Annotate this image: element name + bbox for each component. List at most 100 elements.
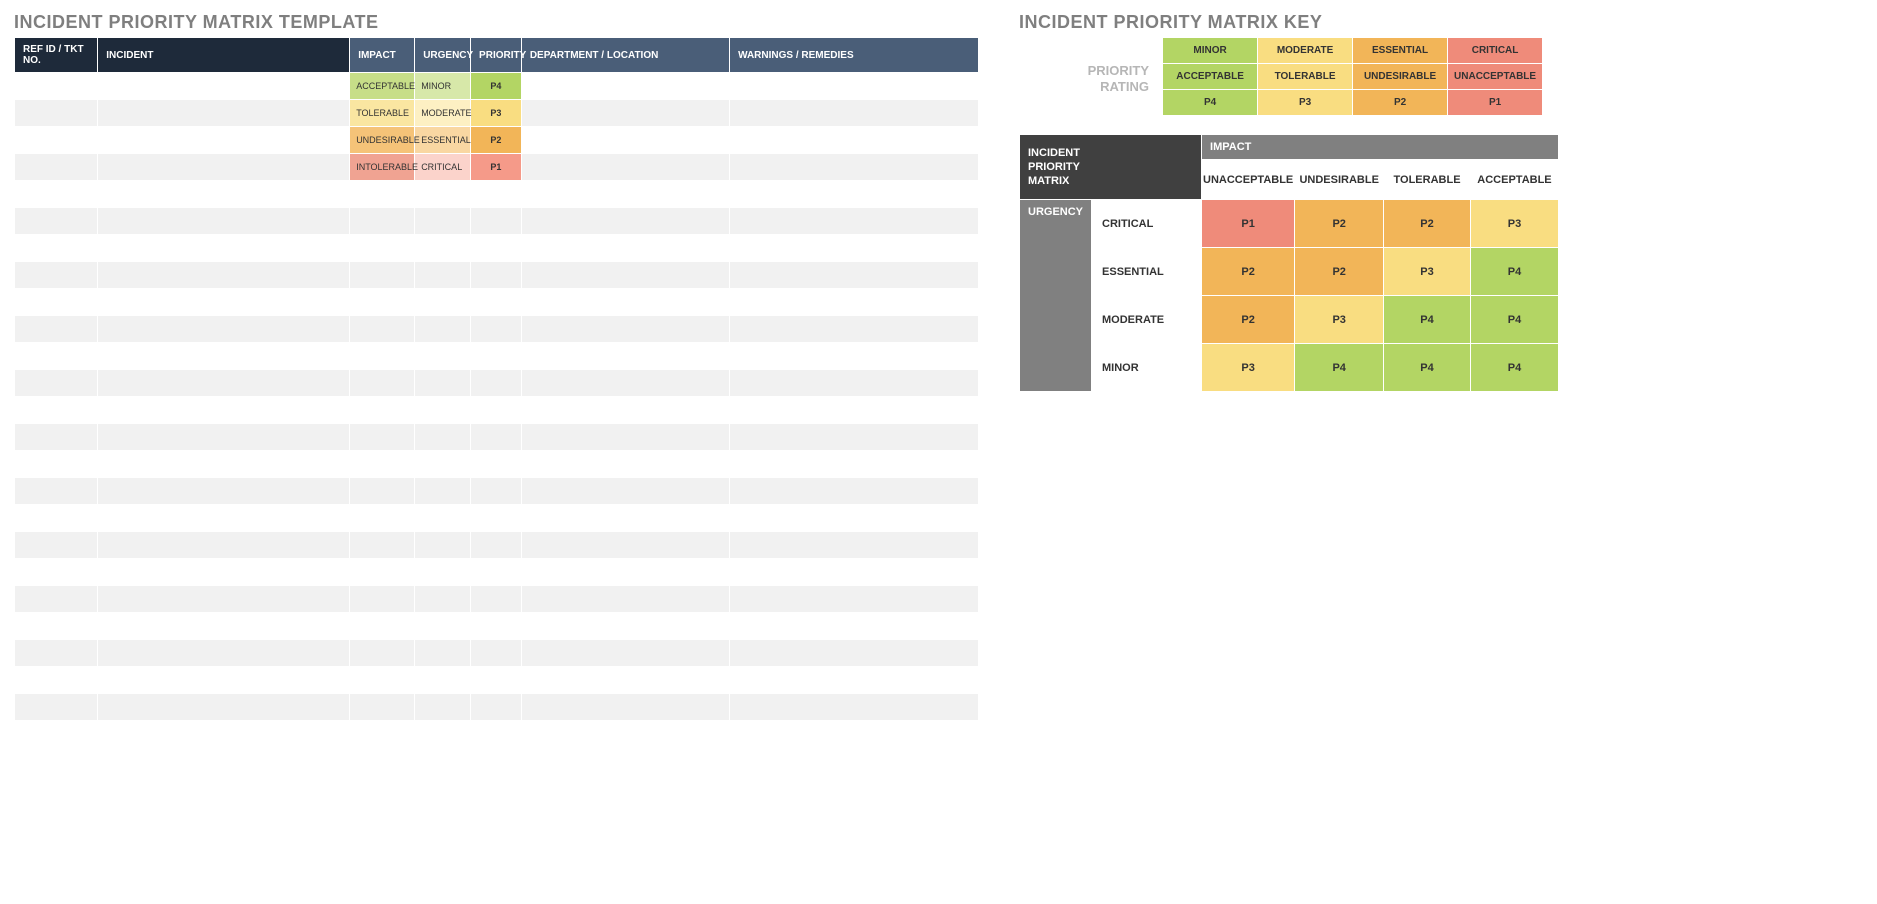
cell-priority[interactable] xyxy=(471,451,522,478)
cell-urgency[interactable] xyxy=(415,235,471,262)
cell-impact[interactable] xyxy=(350,694,415,721)
cell-department[interactable] xyxy=(521,586,729,613)
cell-ref[interactable] xyxy=(15,694,98,721)
cell-impact[interactable]: ACCEPTABLE xyxy=(350,73,415,100)
cell-impact[interactable] xyxy=(350,370,415,397)
cell-department[interactable] xyxy=(521,316,729,343)
cell-department[interactable] xyxy=(521,667,729,694)
cell-urgency[interactable] xyxy=(415,424,471,451)
cell-incident[interactable] xyxy=(98,73,350,100)
cell-urgency[interactable]: MINOR xyxy=(415,73,471,100)
cell-warnings[interactable] xyxy=(730,235,979,262)
cell-ref[interactable] xyxy=(15,613,98,640)
cell-department[interactable] xyxy=(521,478,729,505)
cell-department[interactable] xyxy=(521,154,729,181)
cell-urgency[interactable] xyxy=(415,451,471,478)
cell-warnings[interactable] xyxy=(730,370,979,397)
cell-warnings[interactable] xyxy=(730,613,979,640)
cell-impact[interactable] xyxy=(350,262,415,289)
cell-department[interactable] xyxy=(521,73,729,100)
cell-warnings[interactable] xyxy=(730,640,979,667)
cell-priority[interactable]: P1 xyxy=(471,154,522,181)
cell-urgency[interactable] xyxy=(415,694,471,721)
cell-impact[interactable] xyxy=(350,505,415,532)
cell-priority[interactable] xyxy=(471,586,522,613)
cell-urgency[interactable] xyxy=(415,262,471,289)
cell-priority[interactable] xyxy=(471,370,522,397)
cell-warnings[interactable] xyxy=(730,721,979,748)
cell-incident[interactable] xyxy=(98,343,350,370)
cell-warnings[interactable] xyxy=(730,532,979,559)
cell-impact[interactable]: INTOLERABLE xyxy=(350,154,415,181)
cell-incident[interactable] xyxy=(98,100,350,127)
cell-warnings[interactable] xyxy=(730,262,979,289)
cell-ref[interactable] xyxy=(15,721,98,748)
cell-urgency[interactable] xyxy=(415,397,471,424)
cell-urgency[interactable] xyxy=(415,721,471,748)
cell-urgency[interactable]: MODERATE xyxy=(415,100,471,127)
cell-ref[interactable] xyxy=(15,127,98,154)
cell-incident[interactable] xyxy=(98,640,350,667)
cell-impact[interactable]: TOLERABLE xyxy=(350,100,415,127)
cell-warnings[interactable] xyxy=(730,505,979,532)
cell-incident[interactable] xyxy=(98,370,350,397)
cell-ref[interactable] xyxy=(15,343,98,370)
cell-department[interactable] xyxy=(521,613,729,640)
cell-ref[interactable] xyxy=(15,289,98,316)
cell-impact[interactable] xyxy=(350,559,415,586)
cell-department[interactable] xyxy=(521,640,729,667)
cell-incident[interactable] xyxy=(98,505,350,532)
cell-ref[interactable] xyxy=(15,478,98,505)
cell-urgency[interactable] xyxy=(415,640,471,667)
cell-priority[interactable] xyxy=(471,289,522,316)
cell-ref[interactable] xyxy=(15,667,98,694)
cell-incident[interactable] xyxy=(98,613,350,640)
cell-impact[interactable] xyxy=(350,478,415,505)
cell-department[interactable] xyxy=(521,343,729,370)
cell-warnings[interactable] xyxy=(730,694,979,721)
cell-department[interactable] xyxy=(521,451,729,478)
cell-urgency[interactable] xyxy=(415,532,471,559)
cell-department[interactable] xyxy=(521,532,729,559)
cell-department[interactable] xyxy=(521,208,729,235)
cell-warnings[interactable] xyxy=(730,154,979,181)
cell-urgency[interactable] xyxy=(415,208,471,235)
cell-impact[interactable]: UNDESIRABLE xyxy=(350,127,415,154)
cell-priority[interactable] xyxy=(471,424,522,451)
cell-department[interactable] xyxy=(521,505,729,532)
cell-ref[interactable] xyxy=(15,208,98,235)
cell-warnings[interactable] xyxy=(730,397,979,424)
cell-priority[interactable]: P3 xyxy=(471,100,522,127)
cell-ref[interactable] xyxy=(15,397,98,424)
cell-ref[interactable] xyxy=(15,235,98,262)
cell-urgency[interactable]: CRITICAL xyxy=(415,154,471,181)
cell-urgency[interactable] xyxy=(415,667,471,694)
cell-warnings[interactable] xyxy=(730,100,979,127)
cell-incident[interactable] xyxy=(98,532,350,559)
cell-ref[interactable] xyxy=(15,424,98,451)
cell-department[interactable] xyxy=(521,235,729,262)
cell-warnings[interactable] xyxy=(730,667,979,694)
cell-incident[interactable] xyxy=(98,316,350,343)
cell-ref[interactable] xyxy=(15,73,98,100)
cell-department[interactable] xyxy=(521,289,729,316)
cell-incident[interactable] xyxy=(98,424,350,451)
cell-department[interactable] xyxy=(521,397,729,424)
cell-department[interactable] xyxy=(521,127,729,154)
cell-impact[interactable] xyxy=(350,208,415,235)
cell-warnings[interactable] xyxy=(730,478,979,505)
cell-impact[interactable] xyxy=(350,532,415,559)
cell-department[interactable] xyxy=(521,181,729,208)
cell-incident[interactable] xyxy=(98,451,350,478)
cell-incident[interactable] xyxy=(98,181,350,208)
cell-priority[interactable] xyxy=(471,343,522,370)
cell-ref[interactable] xyxy=(15,262,98,289)
cell-impact[interactable] xyxy=(350,343,415,370)
cell-warnings[interactable] xyxy=(730,289,979,316)
cell-urgency[interactable] xyxy=(415,316,471,343)
cell-warnings[interactable] xyxy=(730,73,979,100)
cell-ref[interactable] xyxy=(15,370,98,397)
cell-department[interactable] xyxy=(521,424,729,451)
cell-impact[interactable] xyxy=(350,667,415,694)
cell-warnings[interactable] xyxy=(730,451,979,478)
